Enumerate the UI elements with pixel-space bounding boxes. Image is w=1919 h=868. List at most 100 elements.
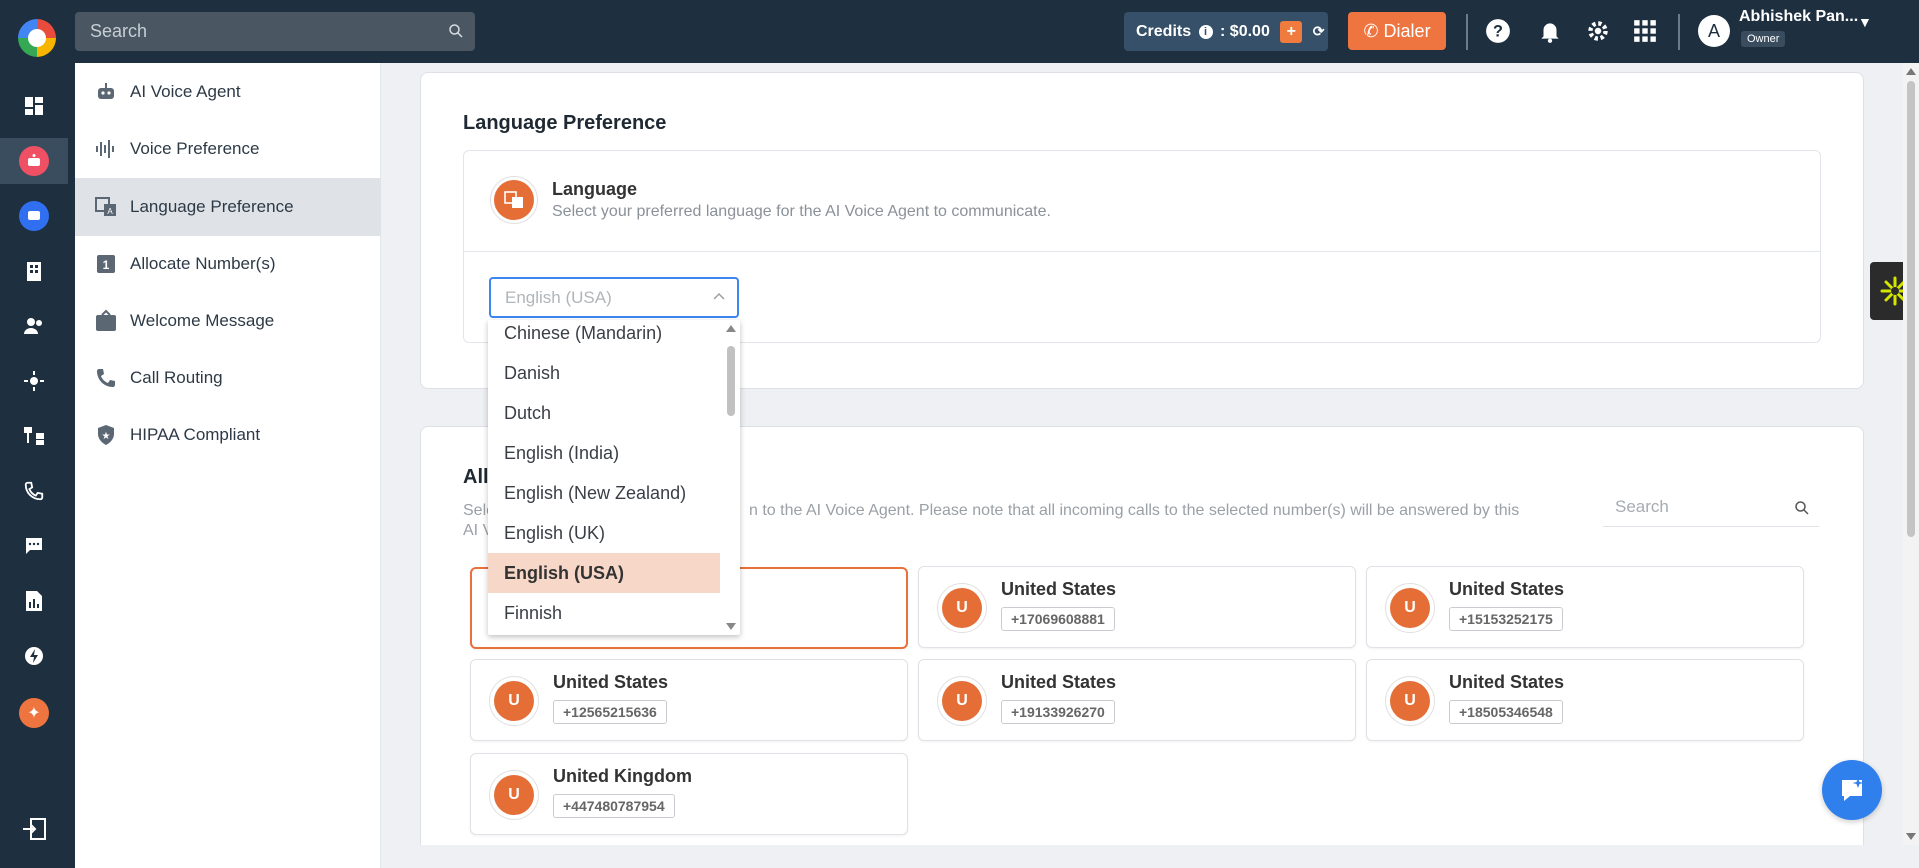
dialer-button[interactable]: ✆ Dialer bbox=[1348, 12, 1446, 50]
user-avatar[interactable]: A bbox=[1698, 15, 1730, 47]
app-logo[interactable] bbox=[18, 19, 56, 57]
scroll-up-icon[interactable] bbox=[726, 324, 736, 332]
language-icon-wrap bbox=[490, 176, 538, 224]
number-card[interactable]: U United States +19133926270 bbox=[918, 659, 1356, 741]
workflow-icon[interactable] bbox=[0, 413, 68, 459]
language-select-value: English (USA) bbox=[505, 288, 612, 307]
language-option[interactable]: Dutch bbox=[488, 393, 720, 433]
page-scroll-thumb[interactable] bbox=[1907, 81, 1915, 537]
chat-support-button[interactable] bbox=[1822, 760, 1882, 820]
contacts-icon[interactable] bbox=[0, 303, 68, 349]
apps-grid-icon[interactable] bbox=[1632, 18, 1658, 44]
settings-subnav: AI Voice Agent Voice Preference A Langua… bbox=[75, 63, 381, 868]
chevron-down-icon[interactable]: ▼ bbox=[1858, 14, 1872, 30]
phone-icon bbox=[97, 369, 115, 387]
subnav-item-label: Welcome Message bbox=[130, 311, 275, 330]
add-credits-icon[interactable]: + bbox=[1280, 20, 1303, 43]
number-card[interactable]: U United States +17069608881 bbox=[918, 566, 1356, 648]
info-icon[interactable]: i bbox=[1198, 24, 1213, 39]
call-log-icon[interactable] bbox=[0, 468, 68, 514]
language-section-title: Language Preference bbox=[463, 112, 667, 134]
number-country: United States bbox=[1001, 672, 1117, 692]
numbers-search-placeholder: Search bbox=[1615, 497, 1669, 516]
number-card[interactable]: U United Kingdom +447480787954 bbox=[470, 753, 908, 835]
credits-widget[interactable]: Credits i : $0.00 + ⟳ bbox=[1124, 12, 1328, 51]
ai-agent-icon[interactable] bbox=[0, 138, 68, 184]
language-title: Language bbox=[552, 179, 638, 199]
language-option[interactable]: Danish bbox=[488, 353, 720, 393]
chatbot-icon[interactable] bbox=[0, 193, 68, 239]
language-option[interactable]: English (India) bbox=[488, 433, 720, 473]
sparkle-icon[interactable]: ✦ bbox=[0, 690, 68, 736]
help-icon[interactable]: ? bbox=[1485, 18, 1511, 44]
avatar: U bbox=[937, 676, 987, 726]
subnav-item-hipaa-compliant[interactable]: ★ HIPAA Compliant bbox=[75, 406, 381, 464]
language-option[interactable]: Chinese (Mandarin) bbox=[488, 320, 720, 353]
subnav-item-label: Allocate Number(s) bbox=[130, 254, 276, 273]
avatar-initial: U bbox=[494, 681, 534, 721]
numbers-section-title: All bbox=[463, 466, 489, 488]
number-card[interactable]: U United States +15153252175 bbox=[1366, 566, 1804, 648]
sms-icon[interactable] bbox=[0, 523, 68, 569]
global-search-input[interactable]: Search bbox=[75, 12, 475, 51]
number-country: United States bbox=[1001, 579, 1117, 599]
svg-text:★: ★ bbox=[102, 431, 111, 442]
subnav-item-call-routing[interactable]: Call Routing bbox=[75, 349, 381, 407]
user-name[interactable]: Abhishek Pan... bbox=[1739, 8, 1858, 26]
integrations-icon[interactable] bbox=[0, 358, 68, 404]
divider bbox=[1678, 14, 1680, 50]
language-option[interactable]: Finnish bbox=[488, 593, 720, 633]
search-icon[interactable] bbox=[447, 22, 465, 40]
language-select[interactable]: English (USA) bbox=[489, 277, 739, 318]
svg-text:1: 1 bbox=[103, 258, 110, 272]
subnav-item-allocate-numbers[interactable]: 1 Allocate Number(s) bbox=[75, 235, 381, 293]
building-icon[interactable] bbox=[0, 248, 68, 294]
subnav-item-language-preference[interactable]: A Language Preference bbox=[75, 178, 381, 236]
gear-icon[interactable] bbox=[1585, 18, 1611, 44]
reports-icon[interactable] bbox=[0, 578, 68, 624]
refresh-icon[interactable]: ⟳ bbox=[1313, 12, 1325, 51]
lightning-icon[interactable] bbox=[0, 633, 68, 679]
numbers-search-input[interactable]: Search bbox=[1603, 491, 1819, 527]
avatar: U bbox=[489, 676, 539, 726]
global-search-placeholder: Search bbox=[90, 21, 148, 41]
scroll-down-icon[interactable] bbox=[1906, 833, 1916, 841]
search-icon[interactable] bbox=[1793, 499, 1811, 517]
language-option[interactable]: English (New Zealand) bbox=[488, 473, 720, 513]
credits-label: Credits bbox=[1136, 23, 1192, 40]
language-option[interactable]: English (UK) bbox=[488, 513, 720, 553]
number-country: United States bbox=[1449, 579, 1565, 599]
bell-icon[interactable] bbox=[1537, 18, 1563, 44]
numbers-description: n to the AI Voice Agent. Please note tha… bbox=[749, 502, 1520, 519]
page-scrollbar[interactable] bbox=[1903, 63, 1919, 845]
language-dropdown: Chinese (Mandarin) Danish Dutch English … bbox=[488, 320, 740, 635]
shield-star-icon: ★ bbox=[98, 425, 114, 445]
subnav-item-welcome-message[interactable]: Welcome Message bbox=[75, 292, 381, 350]
number-card[interactable]: U United States +12565215636 bbox=[470, 659, 908, 741]
dropdown-scroll-thumb[interactable] bbox=[727, 346, 735, 416]
language-option-selected[interactable]: English (USA) bbox=[488, 553, 720, 593]
subnav-item-label: Voice Preference bbox=[130, 139, 260, 158]
logout-icon[interactable] bbox=[0, 806, 68, 852]
chevron-up-icon[interactable] bbox=[713, 291, 725, 303]
number-phone: +12565215636 bbox=[553, 700, 667, 724]
scroll-down-icon[interactable] bbox=[726, 623, 736, 631]
subnav-item-label: Language Preference bbox=[130, 197, 294, 216]
top-bar: Search Credits i : $0.00 + ⟳ ✆ Dialer ? … bbox=[0, 0, 1919, 63]
subnav-item-label: HIPAA Compliant bbox=[130, 425, 261, 444]
user-role-badge: Owner bbox=[1741, 31, 1786, 47]
dropdown-scrollbar[interactable] bbox=[722, 320, 740, 635]
avatar: U bbox=[489, 770, 539, 820]
translate-icon bbox=[494, 180, 534, 220]
scroll-up-icon[interactable] bbox=[1906, 67, 1916, 75]
subnav-item-voice-preference[interactable]: Voice Preference bbox=[75, 120, 381, 178]
avatar-initial: U bbox=[942, 681, 982, 721]
avatar: U bbox=[1385, 676, 1435, 726]
subnav-item-label: Call Routing bbox=[130, 368, 223, 387]
subnav-item-ai-voice-agent[interactable]: AI Voice Agent bbox=[75, 63, 381, 121]
subnav-item-label: AI Voice Agent bbox=[130, 82, 241, 101]
number-phone: +18505346548 bbox=[1449, 700, 1563, 724]
avatar-initial: U bbox=[494, 775, 534, 815]
dashboard-icon[interactable] bbox=[0, 83, 68, 129]
number-card[interactable]: U United States +18505346548 bbox=[1366, 659, 1804, 741]
